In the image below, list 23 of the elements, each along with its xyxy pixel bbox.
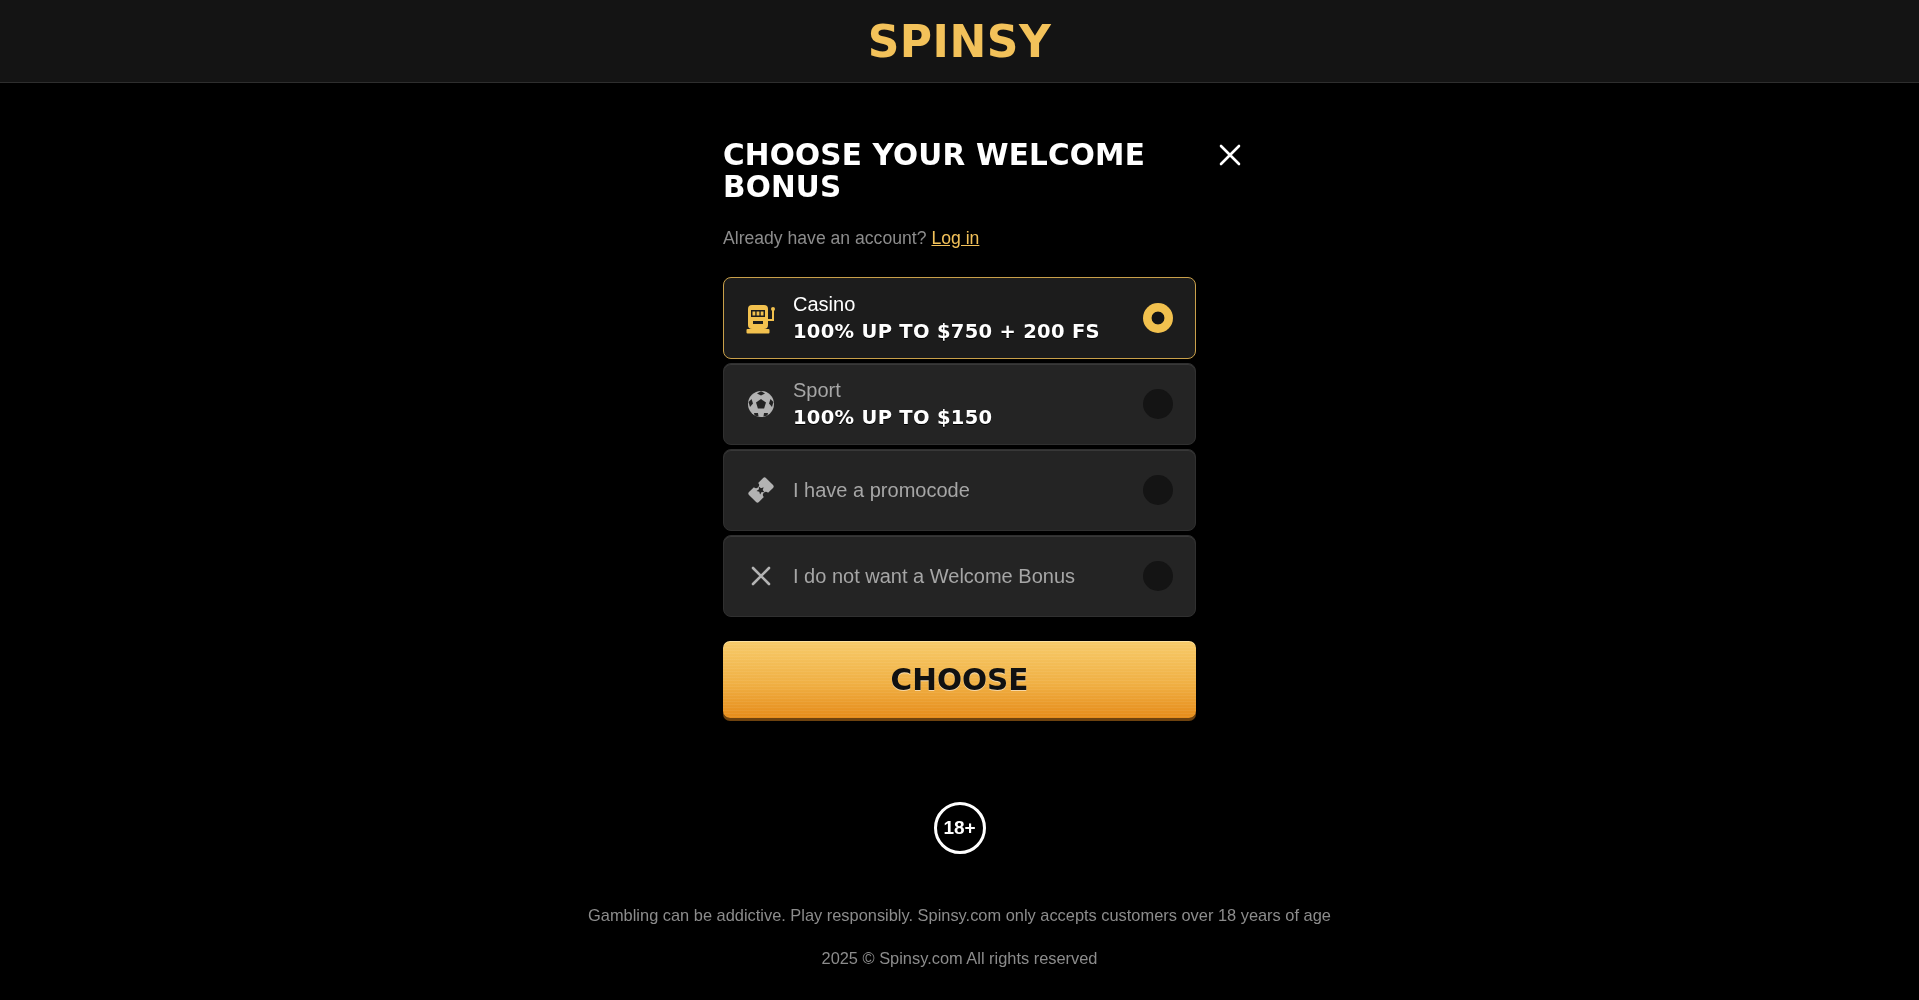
close-button[interactable]: [1218, 143, 1242, 167]
option-title: I do not want a Welcome Bonus: [793, 563, 1075, 589]
option-bonus-amount: 100% UP TO $750 + 200 FS: [793, 319, 1100, 345]
radio-button[interactable]: [1143, 303, 1173, 333]
login-prompt: Already have an account?: [723, 227, 927, 249]
option-title: Sport: [793, 378, 841, 403]
slot-machine-icon: [746, 302, 776, 334]
soccer-ball-icon: [746, 388, 776, 420]
ticket-icon: [746, 474, 776, 506]
bonus-option[interactable]: Casino 100% UP TO $750 + 200 FS: [723, 277, 1196, 359]
option-bonus-amount: 100% UP TO $150: [793, 405, 993, 431]
copyright-text: 2025 © Spinsy.com All rights reserved: [821, 948, 1098, 968]
logo[interactable]: SPINSY: [867, 20, 1052, 64]
option-title: Casino: [793, 292, 856, 317]
bonus-option[interactable]: Sport 100% UP TO $150: [723, 363, 1196, 445]
choose-button[interactable]: CHOOSE: [723, 641, 1196, 718]
option-title: I have a promocode: [793, 477, 970, 503]
disclaimer-text: Gambling can be addictive. Play responsibly. Spinsy.com only accepts customers over 18 years of age: [588, 905, 1331, 925]
bonus-option[interactable]: I do not want a Welcome Bonus: [723, 535, 1196, 617]
bonus-option[interactable]: I have a promocode: [723, 449, 1196, 531]
login-link[interactable]: Log in: [931, 227, 980, 249]
age-restriction-badge: 18+: [933, 802, 986, 854]
modal-title: CHOOSE YOUR WELCOME BONUS: [723, 139, 1146, 203]
